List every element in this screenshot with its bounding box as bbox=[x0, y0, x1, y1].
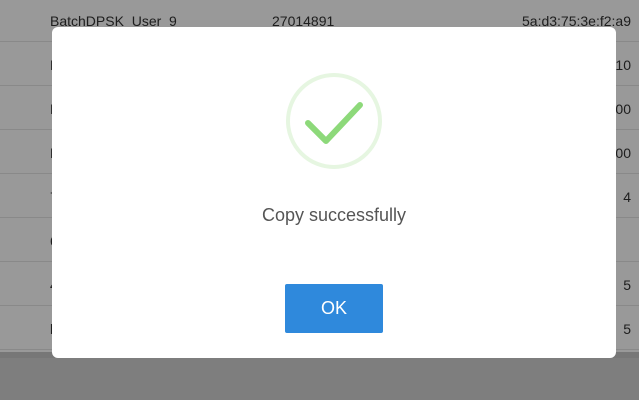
check-circle-icon bbox=[286, 73, 382, 169]
ok-button[interactable]: OK bbox=[285, 284, 383, 333]
copy-success-dialog: Copy successfully OK bbox=[52, 27, 616, 358]
success-message: Copy successfully bbox=[261, 205, 407, 225]
check-ring bbox=[286, 73, 382, 169]
